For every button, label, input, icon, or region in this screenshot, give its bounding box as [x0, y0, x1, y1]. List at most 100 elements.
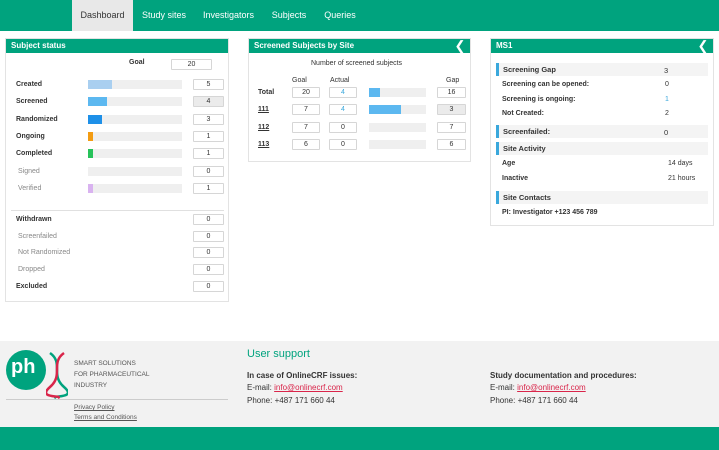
screening-gap-value: 3	[664, 66, 669, 75]
email-label: E-mail:	[490, 383, 515, 392]
screened-by-site-panel: Screened Subjects by Site ❮ Number of sc…	[248, 38, 471, 162]
other-status-count[interactable]: 0	[193, 280, 224, 292]
site-goal[interactable]: 6	[292, 138, 320, 150]
footer-divider	[6, 399, 228, 400]
site-contacts-label: Site Contacts	[503, 193, 551, 202]
site-link[interactable]: 113	[258, 141, 269, 148]
tagline-line: FOR PHARMACEUTICAL	[74, 371, 150, 378]
status-label: Signed	[18, 167, 40, 175]
site-bar-track	[369, 122, 426, 132]
subject-status-title: Subject status	[6, 39, 228, 53]
nav-queries[interactable]: Queries	[317, 0, 363, 31]
other-status-label: Dropped	[18, 266, 45, 274]
support-email-link[interactable]: info@onlinecrf.com	[274, 383, 343, 392]
site-activity-header: Site Activity	[496, 142, 708, 155]
status-label: Completed	[16, 150, 53, 158]
age-value: 14 days	[668, 160, 693, 167]
privacy-policy-link[interactable]: Privacy Policy	[74, 404, 114, 411]
site-link[interactable]: 112	[258, 124, 269, 131]
docs-phone: Phone: +487 171 660 44	[490, 396, 578, 405]
collapse-chevron-icon[interactable]: ❮	[454, 39, 466, 53]
screening-item-label: Screening can be opened:	[502, 81, 590, 88]
site-goal[interactable]: 20	[292, 87, 320, 98]
nav-subjects[interactable]: Subjects	[264, 0, 314, 31]
docs-title: Study documentation and procedures:	[490, 371, 637, 380]
nav-dashboard[interactable]: Dashboard	[72, 0, 133, 31]
nav-study-sites[interactable]: Study sites	[135, 0, 193, 31]
inactive-value: 21 hours	[668, 175, 696, 182]
age-label: Age	[502, 160, 516, 167]
status-bar-track	[88, 97, 182, 107]
site-link[interactable]: 111	[258, 106, 269, 113]
site-total-label: Total	[258, 89, 275, 96]
status-label: Ongoing	[16, 132, 45, 140]
goal-label: Goal	[129, 59, 145, 66]
site-actual[interactable]: 4	[329, 87, 357, 98]
site-contact: PI: Investigator +123 456 789	[502, 209, 598, 216]
other-status-count[interactable]: 0	[193, 214, 224, 225]
site-gap[interactable]: 3	[437, 104, 466, 116]
logo-text: ph	[11, 356, 36, 378]
status-count[interactable]: 0	[193, 165, 224, 177]
support-phone: Phone: +487 171 660 44	[247, 396, 335, 405]
site-gap[interactable]: 16	[437, 87, 466, 98]
site-bar-fill	[369, 105, 402, 115]
status-bar-fill	[88, 131, 93, 141]
status-bar-fill	[88, 183, 93, 193]
support-title: User support	[247, 348, 310, 360]
subject-status-panel: Subject status Goal 20 Created 5 Screened 4…	[5, 38, 229, 302]
other-status-count[interactable]: 0	[193, 247, 224, 259]
docs-email-link[interactable]: info@onlinecrf.com	[517, 383, 586, 392]
screening-gap-label: Screening Gap	[503, 65, 556, 74]
status-count[interactable]: 5	[193, 79, 224, 90]
other-status-label: Not Randomized	[18, 249, 71, 257]
site-goal[interactable]: 7	[292, 121, 320, 133]
status-count[interactable]: 1	[193, 130, 224, 142]
status-label: Randomized	[16, 115, 58, 123]
site-bar-track	[369, 105, 426, 115]
top-navigation: Dashboard Study sites Investigators Subj…	[0, 0, 719, 31]
status-label: Screened	[16, 98, 48, 106]
status-count[interactable]: 1	[193, 182, 224, 194]
other-status-count[interactable]: 0	[193, 230, 224, 242]
company-logo: ph	[6, 350, 46, 390]
status-bar-fill	[88, 149, 93, 159]
ms1-panel: MS1 ❮ Screening Gap 3 Screening can be o…	[490, 38, 714, 226]
site-actual[interactable]: 0	[329, 121, 357, 133]
status-count[interactable]: 3	[193, 113, 224, 125]
site-gap[interactable]: 6	[437, 138, 466, 150]
col-goal-header: Goal	[292, 77, 307, 84]
site-contacts-header: Site Contacts	[496, 191, 708, 204]
status-bar-track	[88, 114, 182, 124]
inactive-label: Inactive	[502, 175, 529, 182]
screening-item-label: Not Created:	[502, 110, 545, 117]
screened-subtitle: Number of screened subjects	[311, 60, 403, 67]
site-bar-track	[369, 139, 426, 149]
status-bar-track	[88, 80, 182, 89]
tagline-line: SMART SOLUTIONS	[74, 360, 136, 367]
goal-input[interactable]: 20	[171, 59, 212, 70]
status-label: Created	[16, 81, 43, 88]
divider	[11, 210, 224, 211]
site-gap[interactable]: 7	[437, 121, 466, 133]
col-gap-header: Gap	[446, 77, 460, 84]
site-goal[interactable]: 7	[292, 104, 320, 116]
site-activity-label: Site Activity	[503, 144, 546, 153]
status-bar-track	[88, 183, 182, 193]
other-status-count[interactable]: 0	[193, 264, 224, 276]
nav-investigators[interactable]: Investigators	[196, 0, 261, 31]
site-bar-track	[369, 88, 426, 97]
collapse-chevron-icon[interactable]: ❮	[697, 39, 709, 53]
other-status-label: Withdrawn	[16, 216, 52, 223]
status-bar-track	[88, 166, 182, 176]
status-count[interactable]: 1	[193, 148, 224, 160]
screening-item-value: 1	[665, 95, 669, 103]
status-count[interactable]: 4	[193, 96, 224, 108]
status-bar-track	[88, 131, 182, 141]
footer: ph SMART SOLUTIONS FOR PHARMACEUTICAL IN…	[0, 341, 719, 427]
status-label: Verified	[18, 184, 42, 192]
screenfailed-label: Screenfailed:	[503, 127, 551, 136]
terms-link[interactable]: Terms and Conditions	[74, 414, 137, 421]
site-actual[interactable]: 0	[329, 138, 357, 150]
site-actual[interactable]: 4	[329, 104, 357, 116]
